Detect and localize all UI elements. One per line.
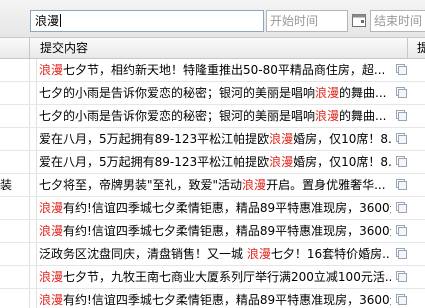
keyword-highlight: 浪漫 — [315, 86, 340, 100]
content-text: 有约!信谊四季城七夕柔情钜惠，精品89平特惠准现房，3600元... — [63, 224, 391, 238]
copy-icon[interactable] — [396, 294, 408, 306]
row-category-cell — [0, 266, 30, 288]
copy-icon-front — [398, 66, 407, 75]
row-content-cell: 浪漫有约!信谊四季城七夕柔情钜惠，精品89平特惠准现房，3600元... — [39, 289, 391, 308]
text-caret — [60, 14, 62, 27]
filter-toolbar: 浪漫 开始时间 结束时间 — [0, 0, 425, 38]
keyword-highlight: 浪漫 — [39, 270, 64, 284]
copy-icon-front — [398, 135, 407, 144]
keyword-highlight: 浪漫 — [39, 293, 64, 307]
table-row[interactable]: 浪漫七夕节，相约新天地！特隆重推出50-80平精品商住房，超... — [0, 59, 425, 82]
row-category-cell: 装 — [0, 174, 30, 196]
calendar-icon[interactable] — [351, 12, 368, 29]
content-text: 有约!信谊四季城七夕柔情钜惠，精品89平特惠准现房，3600元... — [63, 201, 391, 215]
copy-icon[interactable] — [396, 64, 408, 76]
content-text: 有约!信谊四季城七夕柔情钜惠，精品89平特惠准现房，3600元... — [63, 293, 391, 307]
keyword-highlight: 浪漫 — [315, 109, 340, 123]
row-content-cell: 泛政务区沈盘同庆，清盘销售！又一城 浪漫七夕！16套特价婚房... — [39, 243, 391, 265]
row-content-cell: 七夕的小雨是告诉你爱恋的秘密；银河的美丽是唱响浪漫的舞曲... — [39, 105, 391, 127]
table-row[interactable]: 浪漫有约!信谊四季城七夕柔情钜惠，精品89平特惠准现房，3600元... — [0, 289, 425, 308]
copy-icon[interactable] — [396, 110, 408, 122]
content-text: 七夕将至，帝牌男装"至礼，致爱"活动 — [39, 178, 243, 192]
table-row[interactable]: 爱在八月，5万起拥有89-123平松江帕提欧浪漫婚房，仅10席！8... — [0, 128, 425, 151]
copy-icon-front — [398, 204, 407, 213]
row-category-cell — [0, 105, 30, 127]
table-row[interactable]: 七夕的小雨是告诉你爱恋的秘密；银河的美丽是唱响浪漫的舞曲... — [0, 105, 425, 128]
copy-icon-front — [398, 273, 407, 282]
end-time-field[interactable]: 结束时间 — [370, 10, 425, 32]
content-text: 七夕节，九牧王南七商业大厦系列厅举行满200立减100元活... — [63, 270, 391, 284]
row-content-cell: 浪漫有约!信谊四季城七夕柔情钜惠，精品89平特惠准现房，3600元... — [39, 220, 391, 242]
copy-icon[interactable] — [396, 87, 408, 99]
content-text: 爱在八月，5万起拥有89-123平松江帕提欧 — [39, 155, 270, 169]
row-content-cell: 浪漫有约!信谊四季城七夕柔情钜惠，精品89平特惠准现房，3600元... — [39, 197, 391, 219]
row-category-cell — [0, 59, 30, 81]
column-header-left[interactable] — [0, 38, 30, 59]
copy-icon[interactable] — [396, 225, 408, 237]
copy-icon-front — [398, 89, 407, 98]
table-row[interactable]: 浪漫有约!信谊四季城七夕柔情钜惠，精品89平特惠准现房，3600元... — [0, 197, 425, 220]
table-row[interactable]: 七夕的小雨是告诉你爱恋的秘密；银河的美丽是唱响浪漫的舞曲... — [0, 82, 425, 105]
table-header: 提交内容 提 — [0, 38, 425, 59]
table-row[interactable]: 泛政务区沈盘同庆，清盘销售！又一城 浪漫七夕！16套特价婚房... — [0, 243, 425, 266]
content-text: 七夕节，相约新天地！特隆重推出50-80平精品商住房，超... — [63, 63, 386, 77]
copy-icon[interactable] — [396, 133, 408, 145]
row-category-cell — [0, 220, 30, 242]
start-time-field[interactable]: 开始时间 — [266, 10, 348, 32]
row-content-cell: 七夕将至，帝牌男装"至礼，致爱"活动浪漫开启。置身优雅奢华... — [39, 174, 391, 196]
copy-icon[interactable] — [396, 202, 408, 214]
row-category-cell — [0, 151, 30, 173]
content-text: 开启。置身优雅奢华... — [266, 178, 386, 192]
content-text: 七夕的小雨是告诉你爱恋的秘密；银河的美丽是唱响 — [39, 109, 316, 123]
search-input[interactable]: 浪漫 — [30, 10, 264, 32]
message-table-body: 浪漫七夕节，相约新天地！特隆重推出50-80平精品商住房，超... 七夕的小雨是告… — [0, 59, 425, 308]
copy-icon-front — [398, 250, 407, 259]
row-category-cell — [0, 289, 30, 308]
row-category-cell — [0, 82, 30, 104]
copy-icon[interactable] — [396, 179, 408, 191]
content-text: 爱在八月，5万起拥有89-123平松江帕提欧 — [39, 132, 270, 146]
keyword-highlight: 浪漫 — [39, 201, 64, 215]
table-row[interactable]: 爱在八月，5万起拥有89-123平松江帕提欧浪漫婚房，仅10席！8... — [0, 151, 425, 174]
keyword-highlight: 浪漫 — [39, 224, 64, 238]
table-row[interactable]: 浪漫七夕节，九牧王南七商业大厦系列厅举行满200立减100元活... — [0, 266, 425, 289]
row-content-cell: 爱在八月，5万起拥有89-123平松江帕提欧浪漫婚房，仅10席！8... — [39, 151, 391, 173]
content-text: 婚房，仅10席！8... — [293, 155, 391, 169]
content-text: 的舞曲... — [339, 109, 387, 123]
row-category-cell — [0, 243, 30, 265]
table-row[interactable]: 装七夕将至，帝牌男装"至礼，致爱"活动浪漫开启。置身优雅奢华... — [0, 174, 425, 197]
row-content-cell: 浪漫七夕节，九牧王南七商业大厦系列厅举行满200立减100元活... — [39, 266, 391, 288]
copy-icon-front — [398, 158, 407, 167]
copy-icon-front — [398, 296, 407, 305]
row-category-cell — [0, 197, 30, 219]
keyword-highlight: 浪漫 — [269, 132, 294, 146]
column-header-content[interactable]: 提交内容 — [36, 38, 408, 59]
row-content-cell: 七夕的小雨是告诉你爱恋的秘密；银河的美丽是唱响浪漫的舞曲... — [39, 82, 391, 104]
row-content-cell: 爱在八月，5万起拥有89-123平松江帕提欧浪漫婚房，仅10席！8... — [39, 128, 391, 150]
keyword-highlight: 浪漫 — [269, 155, 294, 169]
search-input-value: 浪漫 — [35, 14, 60, 28]
keyword-highlight: 浪漫 — [242, 178, 267, 192]
copy-icon-front — [398, 112, 407, 121]
copy-icon-front — [398, 227, 407, 236]
copy-icon[interactable] — [396, 156, 408, 168]
row-category-cell — [0, 128, 30, 150]
keyword-highlight: 浪漫 — [39, 63, 64, 77]
content-text: 七夕的小雨是告诉你爱恋的秘密；银河的美丽是唱响 — [39, 86, 316, 100]
content-text: 婚房，仅10席！8... — [293, 132, 391, 146]
row-content-cell: 浪漫七夕节，相约新天地！特隆重推出50-80平精品商住房，超... — [39, 59, 391, 81]
content-text: 泛政务区沈盘同庆，清盘销售！又一城 — [39, 247, 247, 261]
column-header-submit[interactable]: 提 — [414, 38, 425, 59]
copy-icon[interactable] — [396, 248, 408, 260]
copy-icon-front — [398, 181, 407, 190]
content-text: 七夕！16套特价婚房... — [270, 247, 391, 261]
copy-icon[interactable] — [396, 271, 408, 283]
table-row[interactable]: 浪漫有约!信谊四季城七夕柔情钜惠，精品89平特惠准现房，3600元... — [0, 220, 425, 243]
content-text: 的舞曲... — [339, 86, 387, 100]
keyword-highlight: 浪漫 — [246, 247, 271, 261]
